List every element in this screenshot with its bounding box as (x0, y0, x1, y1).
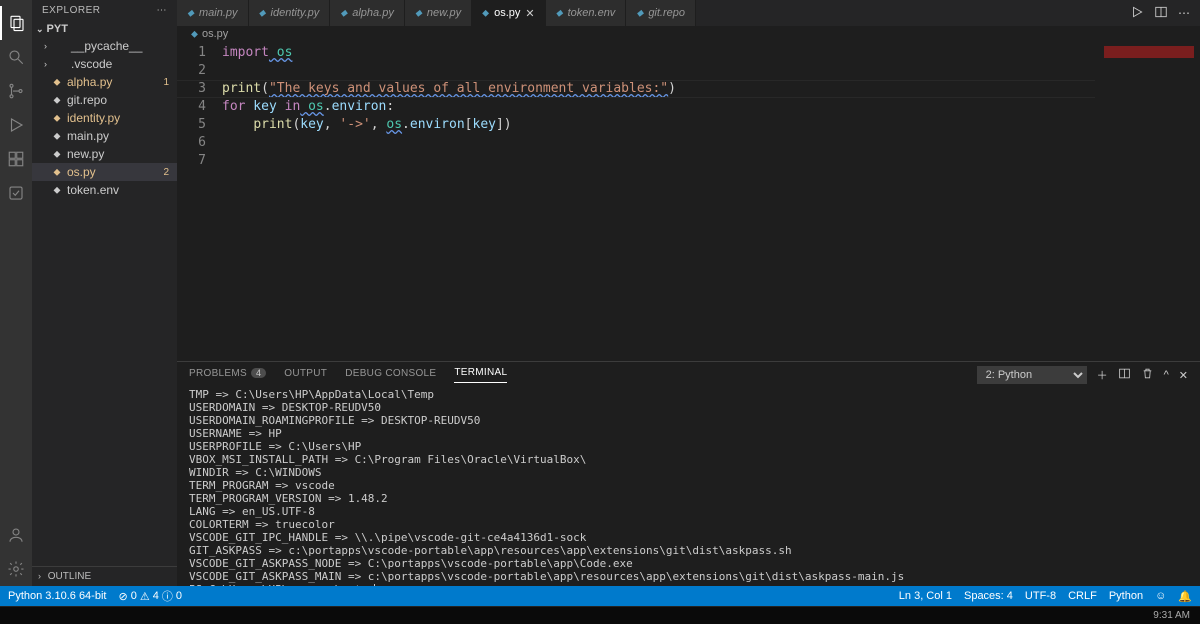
status-spaces[interactable]: Spaces: 4 (964, 590, 1013, 602)
file-item[interactable]: ⬥alpha.py1 (32, 73, 177, 91)
explorer-icon[interactable] (0, 6, 32, 40)
editor-region: ⬥main.py⬥identity.py⬥alpha.py⬥new.py⬥os.… (177, 0, 1200, 586)
folder-item[interactable]: ›__pycache__ (32, 37, 177, 55)
panel-tools: 2: Python ＋ ^ ✕ (977, 366, 1188, 384)
run-debug-icon[interactable] (0, 108, 32, 142)
close-icon[interactable]: ✕ (525, 7, 534, 20)
panel-tab-problems[interactable]: PROBLEMS4 (189, 368, 266, 383)
panel-tab-terminal[interactable]: TERMINAL (454, 367, 507, 383)
editor-tab[interactable]: ⬥alpha.py (330, 0, 405, 26)
minimap-overview[interactable] (1104, 46, 1194, 58)
new-terminal-icon[interactable]: ＋ (1097, 367, 1108, 383)
activity-bar (0, 0, 32, 586)
run-icon[interactable] (1130, 5, 1144, 22)
more-icon[interactable]: ⋯ (157, 5, 168, 16)
taskbar: 9:31 AM (0, 606, 1200, 624)
trash-icon[interactable] (1141, 367, 1154, 383)
status-bar: Python 3.10.6 64-bit ⊘0 ⚠4 ⓘ0 Ln 3, Col … (0, 586, 1200, 606)
file-item[interactable]: ⬥identity.py (32, 109, 177, 127)
settings-icon[interactable] (0, 552, 32, 586)
file-tree: ›__pycache__›.vscode⬥alpha.py1⬥git.repo⬥… (32, 37, 177, 566)
editor[interactable]: 1234567 import os print("The keys and va… (177, 42, 1200, 361)
file-item[interactable]: ⬥git.repo (32, 91, 177, 109)
status-language[interactable]: Python (1109, 590, 1143, 602)
test-icon[interactable] (0, 176, 32, 210)
chevron-right-icon: › (38, 571, 41, 581)
file-item[interactable]: ⬥os.py2 (32, 163, 177, 181)
sidebar: EXPLORER ⋯ ⌄ PYT ›__pycache__›.vscode⬥al… (32, 0, 177, 586)
editor-tab[interactable]: ⬥main.py (177, 0, 249, 26)
status-feedback-icon[interactable]: ☺ (1155, 590, 1166, 602)
file-item[interactable]: ⬥token.env (32, 181, 177, 199)
code-content: import os print("The keys and values of … (222, 42, 1200, 361)
editor-tab[interactable]: ⬥os.py✕ (472, 0, 546, 26)
outline-section[interactable]: › OUTLINE (32, 566, 177, 586)
status-cursor[interactable]: Ln 3, Col 1 (899, 590, 952, 602)
file-item[interactable]: ⬥new.py (32, 145, 177, 163)
python-file-icon: ⬥ (191, 29, 198, 40)
line-gutter: 1234567 (177, 42, 222, 361)
editor-tab[interactable]: ⬥git.repo (626, 0, 696, 26)
status-python[interactable]: Python 3.10.6 64-bit (8, 590, 106, 602)
account-icon[interactable] (0, 518, 32, 552)
folder-item[interactable]: ›.vscode (32, 55, 177, 73)
status-encoding[interactable]: UTF-8 (1025, 590, 1056, 602)
editor-tab[interactable]: ⬥new.py (405, 0, 472, 26)
chevron-down-icon: ⌄ (36, 24, 44, 35)
status-eol[interactable]: CRLF (1068, 590, 1097, 602)
file-item[interactable]: ⬥main.py (32, 127, 177, 145)
panel-tabs: PROBLEMS4 OUTPUT DEBUG CONSOLE TERMINAL … (177, 362, 1200, 384)
editor-tab[interactable]: ⬥token.env (546, 0, 627, 26)
split-terminal-icon[interactable] (1118, 367, 1131, 383)
source-control-icon[interactable] (0, 74, 32, 108)
bottom-panel: PROBLEMS4 OUTPUT DEBUG CONSOLE TERMINAL … (177, 361, 1200, 586)
terminal-selector[interactable]: 2: Python (977, 366, 1087, 384)
panel-tab-debug[interactable]: DEBUG CONSOLE (345, 368, 436, 383)
more-actions-icon[interactable]: ⋯ (1178, 6, 1190, 20)
breadcrumb[interactable]: ⬥ os.py (177, 26, 1200, 42)
tab-actions: ⋯ (1130, 0, 1200, 26)
maximize-panel-icon[interactable]: ^ (1164, 369, 1169, 381)
status-bell-icon[interactable]: 🔔 (1178, 590, 1192, 603)
extensions-icon[interactable] (0, 142, 32, 176)
sidebar-title: EXPLORER (42, 5, 100, 16)
search-icon[interactable] (0, 40, 32, 74)
taskbar-clock[interactable]: 9:31 AM (1153, 610, 1190, 621)
editor-tab[interactable]: ⬥identity.py (249, 0, 331, 26)
terminal-output[interactable]: TMP => C:\Users\HP\AppData\Local\Temp US… (177, 384, 1200, 586)
split-editor-icon[interactable] (1154, 5, 1168, 22)
tab-bar: ⬥main.py⬥identity.py⬥alpha.py⬥new.py⬥os.… (177, 0, 1200, 26)
close-panel-icon[interactable]: ✕ (1179, 369, 1188, 382)
panel-tab-output[interactable]: OUTPUT (284, 368, 327, 383)
sidebar-header: EXPLORER ⋯ (32, 0, 177, 21)
folder-root[interactable]: ⌄ PYT (32, 21, 177, 37)
status-problems[interactable]: ⊘0 ⚠4 ⓘ0 (118, 588, 181, 604)
